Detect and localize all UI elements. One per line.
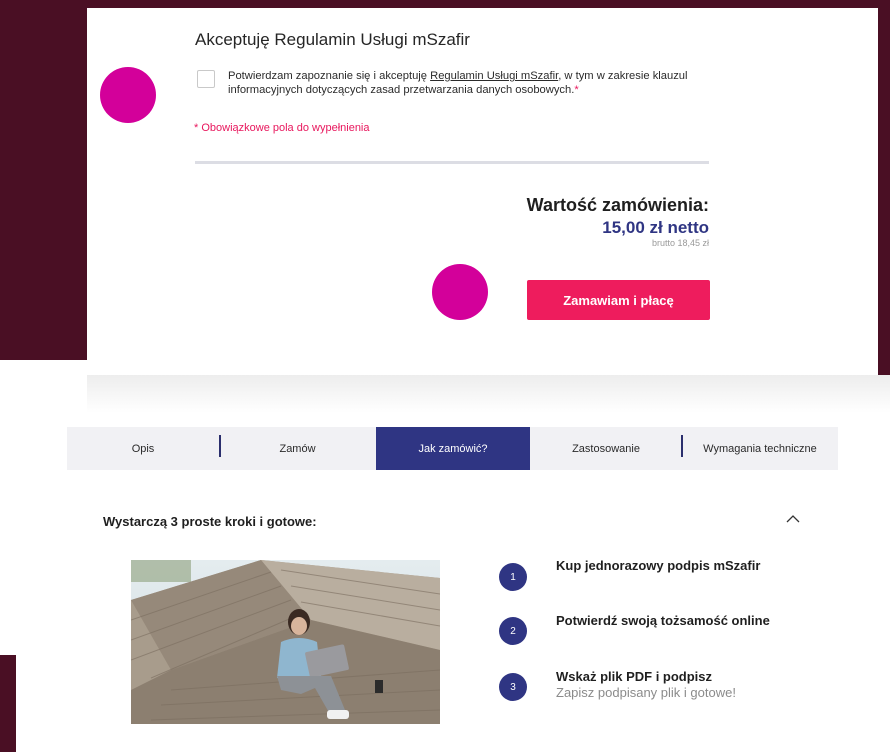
tab-opis[interactable]: Opis (67, 427, 219, 470)
order-value-label: Wartość zamówienia: (526, 195, 709, 215)
tab-separator (681, 435, 683, 457)
tab-jak-zamowic[interactable]: Jak zamówić? (376, 427, 530, 470)
background-frame-left-bottom (0, 655, 16, 752)
consent-text-before: Potwierdzam zapoznanie się i akceptuję (228, 70, 431, 82)
terms-title: Akceptuję Regulamin Usługi mSzafir (195, 30, 470, 49)
steps-title: Wystarczą 3 proste kroki i gotowe: (103, 514, 317, 529)
card-shadow (87, 375, 890, 413)
terms-consent-text: Potwierdzam zapoznanie się i akceptuję R… (228, 69, 728, 97)
order-net-price: 15,00 zł netto (602, 218, 709, 237)
step-number-badge: 2 (499, 617, 527, 645)
step-number-badge: 3 (499, 673, 527, 701)
step-title: Potwierdź swoją tożsamość online (556, 613, 770, 628)
tab-wymagania-techniczne[interactable]: Wymagania techniczne (682, 427, 838, 470)
step-title: Wskaż plik PDF i podpisz (556, 669, 713, 684)
order-and-pay-button[interactable]: Zamawiam i płacę (527, 280, 710, 320)
background-frame-right (878, 0, 890, 410)
order-gross-price: brutto 18,45 zł (651, 238, 709, 248)
order-card: Akceptuję Regulamin Usługi mSzafir Potwi… (87, 8, 878, 375)
chevron-up-icon[interactable] (785, 512, 801, 526)
woman-with-laptop-photo (131, 560, 440, 724)
tab-zamow[interactable]: Zamów (219, 427, 376, 470)
step-number-badge: 1 (499, 563, 527, 591)
required-mark: * (574, 84, 579, 96)
background-frame-top (0, 0, 890, 8)
terms-checkbox[interactable] (197, 70, 215, 88)
marker-dot (100, 67, 156, 123)
section-divider (195, 161, 709, 164)
required-fields-note: * Obowiązkowe pola do wypełnienia (194, 122, 370, 134)
step-subtitle: Zapisz podpisany plik i gotowe! (556, 685, 736, 700)
tab-bar: Opis Zamów Jak zamówić? Zastosowanie Wym… (67, 427, 838, 470)
terms-link[interactable]: Regulamin Usługi mSzafir (430, 70, 558, 82)
background-frame-left (0, 0, 87, 360)
tab-zastosowanie[interactable]: Zastosowanie (530, 427, 682, 470)
marker-dot (432, 264, 488, 320)
tab-separator (219, 435, 221, 457)
step-title: Kup jednorazowy podpis mSzafir (556, 558, 761, 573)
